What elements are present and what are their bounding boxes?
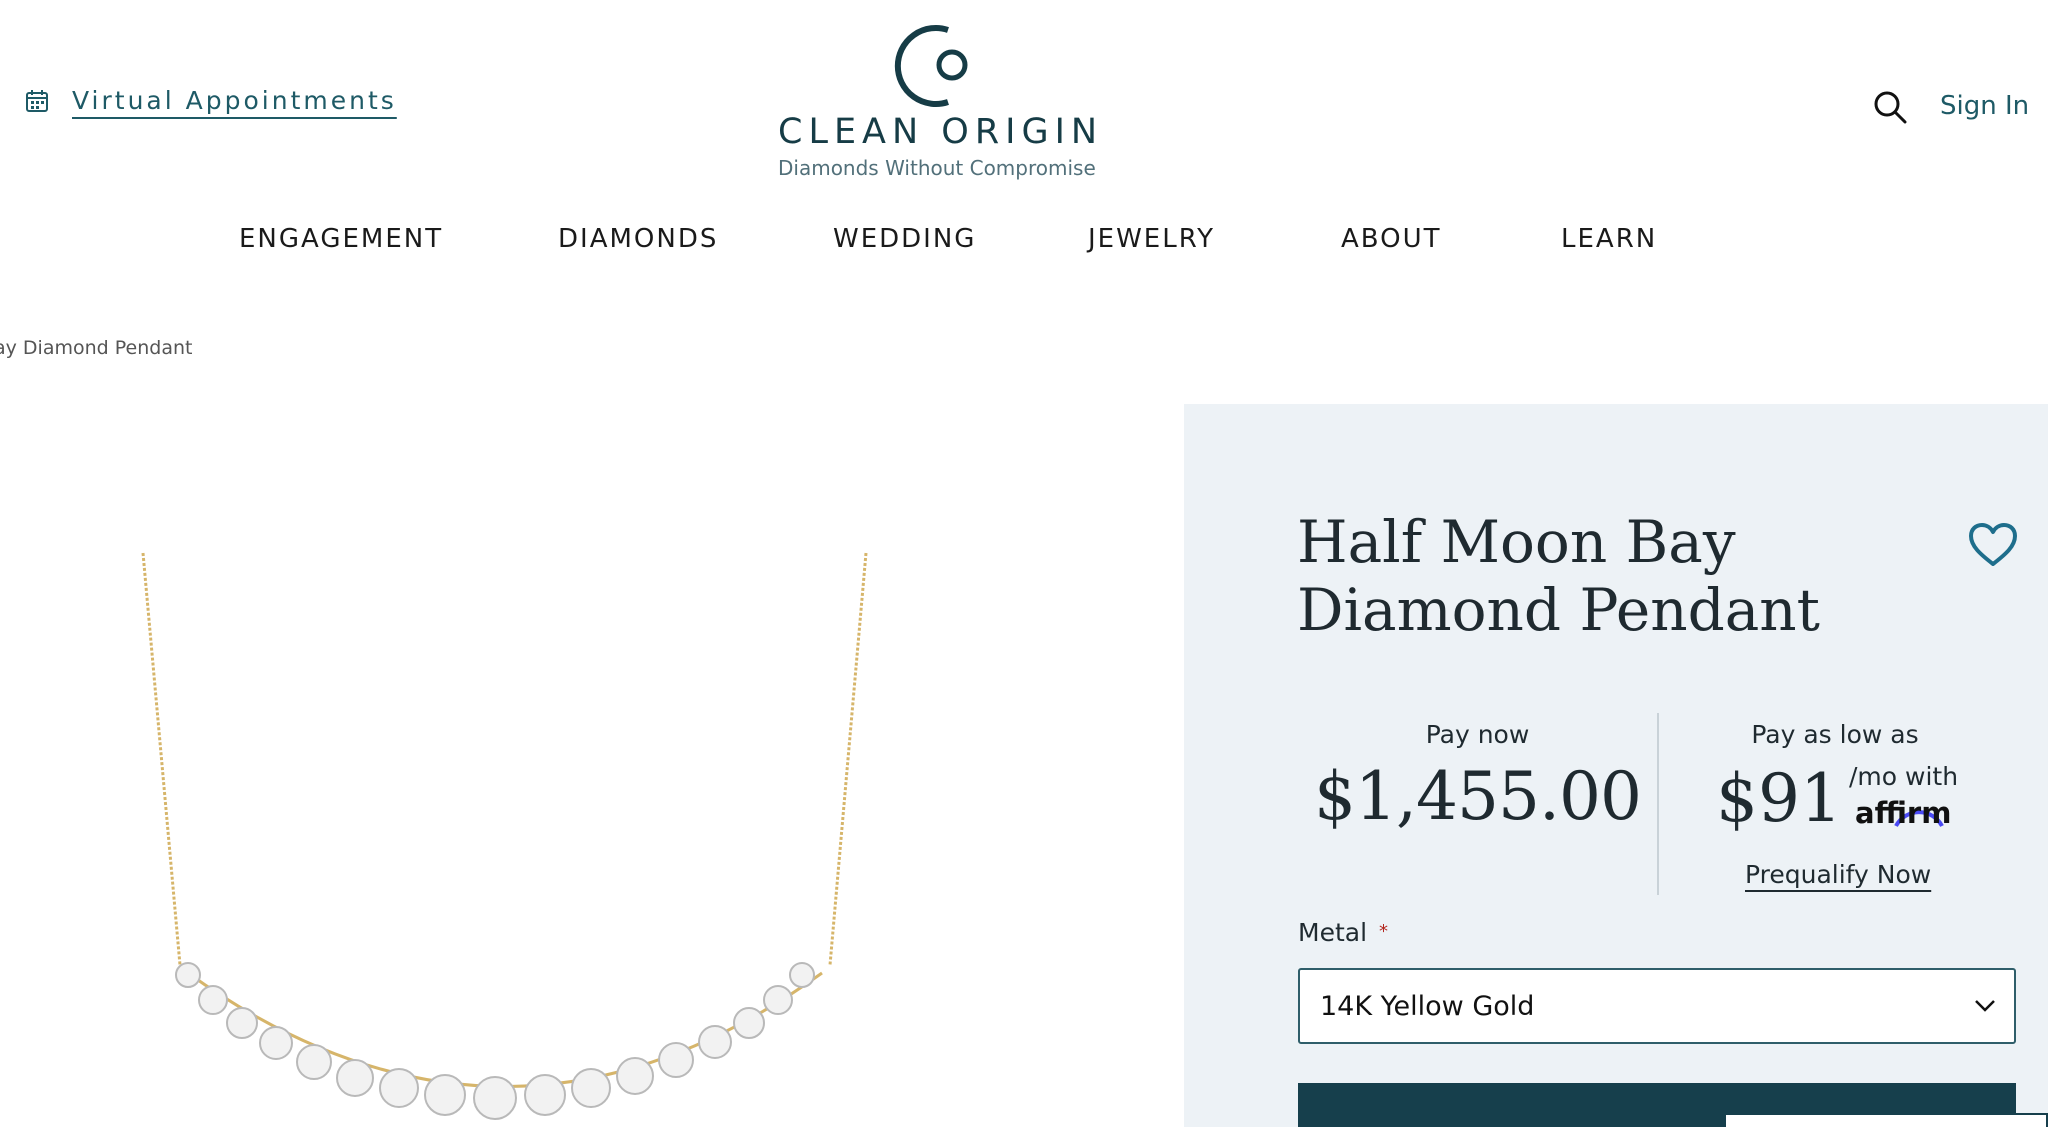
per-month-with: /mo with [1849,762,1959,791]
product-title: Half Moon Bay Diamond Pendant [1297,508,1857,644]
metal-label-text: Metal [1298,918,1368,947]
pay-now-label: Pay now [1425,720,1530,749]
product-title-line2: Diamond Pendant [1297,576,1820,644]
brand-logo[interactable]: CLEAN ORIGIN Diamonds Without Compromise [778,20,1104,180]
nav-item-diamonds[interactable]: DIAMONDS [558,224,718,254]
calendar-icon [26,89,48,112]
nav-item-wedding[interactable]: WEDDING [833,224,976,254]
heart-icon[interactable] [1968,522,2018,568]
pay-now-price: $1,455.00 [1314,758,1642,835]
chevron-down-icon [1975,1000,1995,1012]
brand-tagline: Diamonds Without Compromise [778,156,1096,180]
nav-item-jewelry[interactable]: JEWELRY [1088,224,1215,254]
product-title-line1: Half Moon Bay [1297,508,1736,576]
prequalify-link[interactable]: Prequalify Now [1745,860,1931,889]
metal-selected-value: 14K Yellow Gold [1320,990,1535,1022]
pay-as-low-label: Pay as low as [1751,720,1919,749]
breadcrumb-current: ay Diamond Pendant [0,337,193,359]
search-icon[interactable] [1873,90,1907,124]
necklace-illustration [141,552,868,1120]
nav-item-learn[interactable]: LEARN [1561,224,1657,254]
virtual-appointments-link[interactable]: Virtual Appointments [72,86,397,115]
sign-in-link[interactable]: Sign In [1940,91,2029,121]
price-divider [1657,713,1659,895]
affirm-logo: affirm [1855,796,1952,830]
required-marker: * [1379,921,1389,942]
metal-select[interactable]: 14K Yellow Gold [1298,968,2016,1044]
monthly-price: $91 [1716,760,1842,837]
nav-item-about[interactable]: ABOUT [1341,224,1442,254]
logo-mark-icon [894,25,968,107]
brand-name: CLEAN ORIGIN [778,112,1104,152]
virtual-appointments[interactable]: Virtual Appointments [24,86,397,115]
product-image[interactable] [140,440,870,1127]
nav-item-engagement[interactable]: ENGAGEMENT [239,224,443,254]
secondary-button[interactable] [1724,1113,2048,1127]
metal-label: Metal * [1298,918,1388,947]
